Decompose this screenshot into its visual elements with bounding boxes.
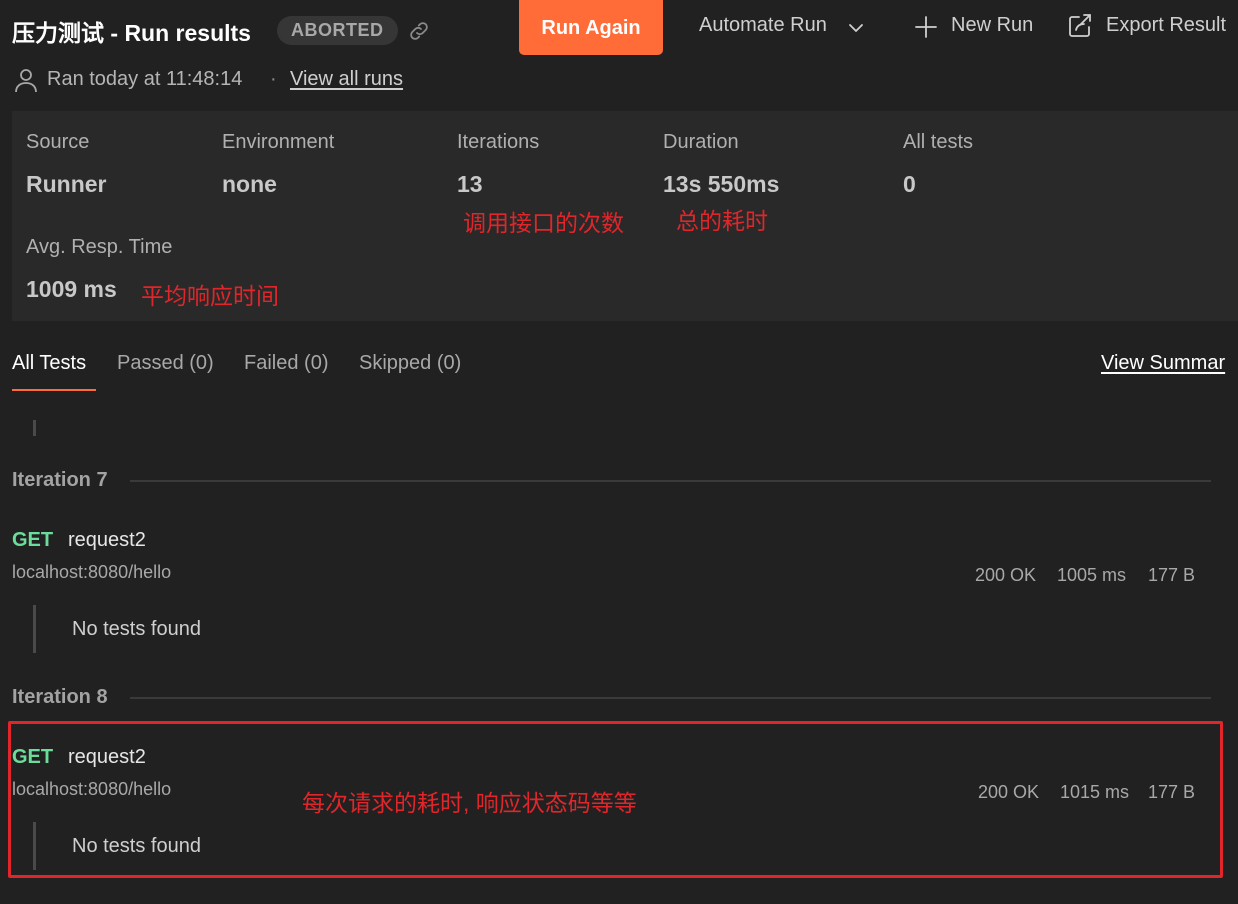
all-tests-value: 0: [903, 171, 916, 197]
tab-passed[interactable]: Passed (0): [117, 352, 214, 375]
export-results-button[interactable]: Export Result: [1106, 14, 1226, 37]
response-size: 177 B: [1148, 565, 1196, 585]
iteration-divider: [130, 480, 1211, 482]
environment-value: none: [222, 171, 277, 197]
tests-divider-bar: [33, 605, 36, 653]
tests-divider-bar: [33, 420, 36, 436]
view-summary-link[interactable]: View Summar: [1101, 352, 1225, 375]
duration-annotation: 总的耗时: [676, 208, 768, 234]
run-again-button[interactable]: Run Again: [519, 0, 663, 55]
response-time: 1005 ms: [1057, 565, 1127, 585]
page-title: 压力测试 - Run results: [12, 20, 251, 46]
chevron-down-icon[interactable]: [846, 18, 866, 38]
export-icon[interactable]: [1066, 12, 1094, 40]
active-tab-indicator: [12, 389, 96, 391]
iteration-heading: Iteration 7: [12, 469, 108, 491]
tab-skipped[interactable]: Skipped (0): [359, 352, 461, 375]
avg-resp-time-annotation: 平均响应时间: [141, 283, 279, 309]
request-url: localhost:8080/hello: [12, 562, 172, 582]
automate-run-button[interactable]: Automate Run: [699, 14, 827, 37]
all-tests-label: All tests: [903, 131, 974, 153]
tab-all-tests[interactable]: All Tests: [12, 352, 86, 375]
request-method: GET: [12, 529, 54, 551]
avg-resp-time-value: 1009 ms: [26, 276, 117, 302]
run-timestamp: Ran today at 11:48:14: [47, 68, 243, 90]
source-value: Runner: [26, 171, 107, 197]
iterations-label: Iterations: [457, 131, 540, 153]
duration-value: 13s 550ms: [663, 171, 780, 197]
iteration-divider: [130, 697, 1211, 699]
tab-failed[interactable]: Failed (0): [244, 352, 328, 375]
iterations-annotation: 调用接口的次数: [463, 210, 624, 236]
status-badge: ABORTED: [277, 16, 398, 45]
duration-label: Duration: [663, 131, 739, 153]
new-run-button[interactable]: New Run: [951, 14, 1033, 37]
source-label: Source: [26, 131, 90, 153]
separator-dot: ·: [270, 68, 277, 90]
annotation-highlight-box: [8, 721, 1223, 878]
iteration-heading: Iteration 8: [12, 686, 108, 708]
plus-icon[interactable]: [913, 14, 939, 40]
iterations-value: 13: [457, 171, 483, 197]
view-all-runs-link[interactable]: View all runs: [290, 68, 403, 91]
avg-resp-time-label: Avg. Resp. Time: [26, 236, 173, 258]
no-tests-message: No tests found: [72, 618, 201, 640]
link-icon[interactable]: [407, 19, 431, 43]
request-name[interactable]: request2: [68, 529, 146, 552]
environment-label: Environment: [222, 131, 335, 153]
response-status: 200 OK: [975, 565, 1037, 585]
user-icon: [15, 69, 37, 93]
